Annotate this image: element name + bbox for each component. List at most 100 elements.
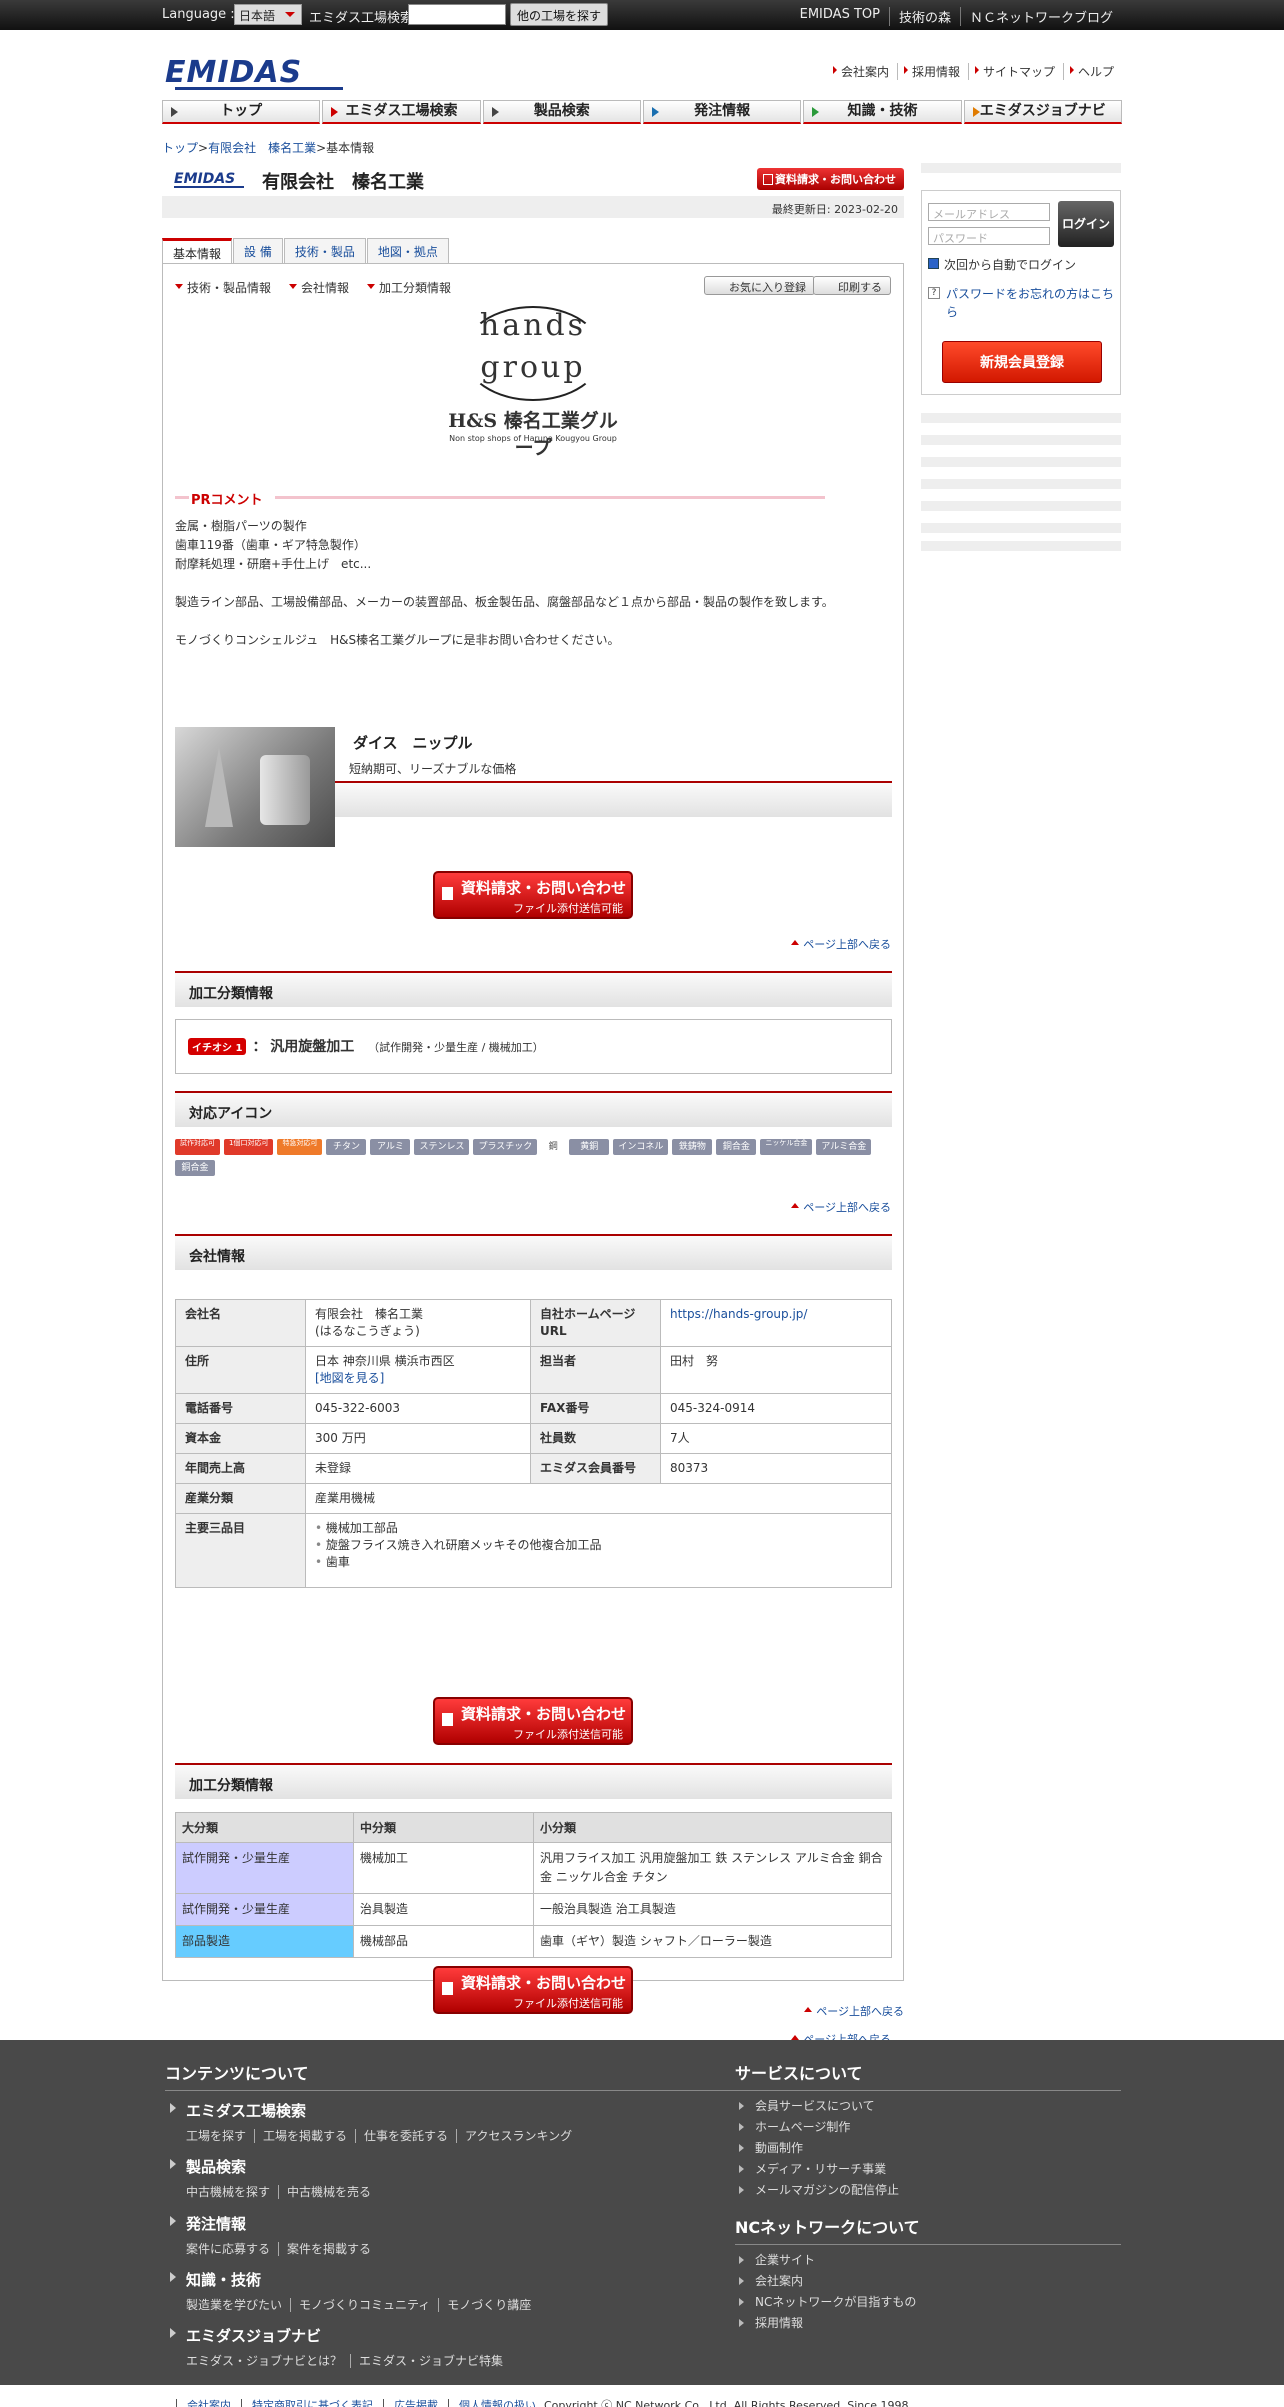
process-name: 汎用旋盤加工	[270, 1039, 355, 1055]
inquiry-button[interactable]: 資料請求・お問い合わせ ファイル添付送信可能	[433, 871, 633, 919]
recruit-link[interactable]: 採用情報	[896, 63, 968, 80]
bottom-links: 会社案内 特定商取引に基づく表記 広告掲載 個人情報の扱い	[176, 2397, 546, 2407]
express-icon: 特急対応可	[277, 1139, 323, 1155]
email-field[interactable]: メールアドレス	[928, 203, 1050, 221]
table-row: 試作開発・少量生産 治具製造 一般治具製造 治工具製造	[175, 1893, 892, 1926]
section-link-company[interactable]: 会社情報	[289, 279, 349, 296]
arrow-icon	[171, 107, 183, 117]
table-row: 試作開発・少量生産 機械加工 汎用フライス加工 汎用旋盤加工 鉄 ステンレス ア…	[175, 1842, 892, 1894]
breadcrumb-current: 基本情報	[326, 141, 375, 155]
aluminum-icon: アルミ	[370, 1139, 411, 1155]
sidebar-placeholder	[921, 163, 1121, 173]
emidas-top-link[interactable]: EMIDAS TOP	[791, 7, 889, 26]
inquiry-button[interactable]: 資料請求・お問い合わせ ファイル添付送信可能	[433, 1966, 633, 2014]
map-link[interactable]: [地図を見る]	[315, 1371, 384, 1385]
table-row: 会社名 有限会社 榛名工業 (はるなこうぎょう) 自社ホームページURL http…	[175, 1299, 892, 1347]
company-info-link[interactable]: 会社案内	[827, 63, 897, 80]
language-select[interactable]: 日本語	[234, 4, 302, 25]
company-info-table: 会社名 有限会社 榛名工業 (はるなこうぎょう) 自社ホームページURL http…	[175, 1299, 892, 1588]
login-button[interactable]: ログイン	[1058, 201, 1114, 247]
global-nav: トップ エミダス工場検索 製品検索 発注情報 知識・技術 エミダスジョブナビ	[162, 100, 1122, 124]
arrow-icon	[491, 107, 504, 117]
help-link[interactable]: ヘルプ	[1062, 63, 1122, 80]
factory-search-input[interactable]	[408, 4, 506, 25]
register-button[interactable]: 新規会員登録	[942, 341, 1102, 383]
gnav-top[interactable]: トップ	[162, 100, 321, 124]
breadcrumb-company[interactable]: 有限会社 榛名工業	[208, 141, 316, 155]
feature-icons: 試作対応可 1個口対応可 特急対応可 チタン アルミ ステンレス プラスチック鋼 黄銅 インコネ…	[175, 1139, 895, 1181]
page-top-link[interactable]: ページ上部へ戻る	[791, 936, 891, 952]
gnav-order-info[interactable]: 発注情報	[642, 100, 802, 124]
table-row: 住所 日本 神奈川県 横浜市西区 [地図を見る] 担当者 田村 努	[175, 1346, 892, 1394]
aluminum-alloy-icon: アルミ合金	[816, 1139, 872, 1155]
process-table-heading: 加工分類情報	[175, 1763, 892, 1799]
product-desc: 短納期可、リーズナブルな価格	[349, 762, 517, 776]
footer-nc-list: 企業サイト 会社案内 NCネットワークが目指すもの 採用情報	[735, 2250, 916, 2334]
request-info-button[interactable]: 資料請求・お問い合わせ	[757, 168, 904, 190]
breadcrumb: トップ>有限会社 榛名工業>基本情報	[162, 141, 375, 155]
footer-service-list: 会員サービスについて ホームページ制作 動画制作 メディア・リサーチ事業 メール…	[735, 2096, 899, 2201]
footer-contents-heading: コンテンツについて	[165, 2060, 747, 2091]
table-header-row: 大分類 中分類 小分類	[175, 1812, 892, 1843]
table-row: 年間売上高 未登録 エミダス会員番号 80373	[175, 1453, 892, 1484]
section-link-process[interactable]: 加工分類情報	[367, 279, 451, 296]
copper-alloy-icon-2: 銅合金	[175, 1160, 215, 1176]
copyright: Copyright ⓒ NC Network Co., Ltd. All Rig…	[544, 2399, 913, 2407]
favorite-button[interactable]: お気に入り登録	[704, 276, 815, 295]
language-label: Language :	[162, 7, 235, 22]
product-name[interactable]: ダイス ニップル	[353, 732, 473, 753]
inquiry-button[interactable]: 資料請求・お問い合わせ ファイル添付送信可能	[433, 1697, 633, 1745]
process-heading: 加工分類情報	[175, 971, 892, 1007]
print-button[interactable]: 印刷する	[813, 276, 891, 295]
sidebar-placeholder	[921, 523, 1121, 533]
top-links: EMIDAS TOP 技術の森 ＮＣネットワークブログ	[791, 7, 1122, 26]
tab-equipment[interactable]: 設 備	[233, 238, 283, 263]
password-field[interactable]: パスワード	[928, 227, 1050, 245]
sitemap-link[interactable]: サイトマップ	[967, 63, 1063, 80]
gnav-jobnavi[interactable]: エミダスジョブナビ	[963, 100, 1122, 124]
factory-search-button[interactable]: 他の工場を探す	[510, 3, 609, 26]
page-top-link[interactable]: ページ上部へ戻る	[804, 2003, 904, 2019]
section-nav: 技術・製品情報 会社情報 加工分類情報	[175, 279, 451, 296]
tab-map[interactable]: 地図・拠点	[366, 238, 449, 263]
company-info-heading: 会社情報	[175, 1234, 892, 1270]
gnav-product-search[interactable]: 製品検索	[482, 100, 641, 124]
pr-text: 金属・樹脂パーツの製作 歯車119番（歯車・ギア特急製作） 耐摩耗処理・研磨+手…	[175, 519, 834, 647]
header-links: 会社案内 採用情報 サイトマップ ヘルプ	[827, 63, 1122, 80]
sidebar-placeholder	[921, 413, 1121, 423]
gijutsu-mori-link[interactable]: 技術の森	[888, 7, 960, 26]
sidebar-placeholder	[921, 479, 1121, 489]
mini-logo: EMIDAS	[174, 172, 244, 188]
page-title: 有限会社 榛名工業	[262, 172, 424, 193]
gnav-knowledge[interactable]: 知識・技術	[803, 100, 962, 124]
product-image[interactable]	[175, 727, 335, 847]
gnav-factory-search[interactable]: エミダス工場検索	[322, 100, 481, 124]
sidebar-placeholder	[921, 435, 1121, 445]
breadcrumb-top[interactable]: トップ	[162, 141, 198, 155]
nc-blog-link[interactable]: ＮＣネットワークブログ	[959, 7, 1122, 26]
arrow-icon	[812, 107, 824, 117]
emidas-logo[interactable]: EMIDAS	[165, 55, 343, 90]
steel-icon: 鋼	[548, 1142, 558, 1152]
auto-login-checkbox[interactable]	[928, 258, 939, 269]
arrow-icon	[651, 107, 664, 117]
footer-group: 知識・技術 製造業を学びたい モノづくりコミュニティ モノづくり講座	[170, 2269, 540, 2313]
forgot-password-link[interactable]: パスワードをお忘れの方はこちら	[946, 285, 1116, 321]
plastic-icon: プラスチック	[473, 1139, 538, 1155]
page-top-link[interactable]: ページ上部へ戻る	[791, 1199, 891, 1215]
table-row: 資本金 300 万円 社員数 7人	[175, 1423, 892, 1454]
section-link-tech[interactable]: 技術・製品情報	[175, 279, 271, 296]
footer-nc-heading: NCネットワークについて	[735, 2214, 1121, 2245]
prototype-icon: 試作対応可	[175, 1139, 220, 1155]
homepage-link[interactable]: https://hands-group.jp/	[670, 1307, 807, 1321]
login-box: メールアドレス パスワード ログイン 次回から自動でログイン ? パスワードをお…	[921, 190, 1121, 395]
tab-tech-products[interactable]: 技術・製品	[283, 238, 366, 263]
pr-heading: PRコメント	[175, 489, 825, 508]
footer-group: エミダスジョブナビ エミダス・ジョブナビとは？ エミダス・ジョブナビ特集	[170, 2325, 512, 2369]
tab-basic-info[interactable]: 基本情報	[162, 238, 233, 263]
nickel-alloy-icon: ニッケル合金	[760, 1139, 813, 1155]
auto-login-label: 次回から自動でログイン	[944, 258, 1077, 272]
table-row: 主要三品目 機械加工部品 旋盤フライス焼き入れ研磨メッキその他複合加工品 歯車	[175, 1513, 892, 1588]
company-title-bar: EMIDAS 有限会社 榛名工業 資料請求・お問い合わせ	[162, 168, 904, 194]
basic-info-panel: 技術・製品情報 会社情報 加工分類情報 お気に入り登録 印刷する hands g…	[162, 263, 904, 2046]
